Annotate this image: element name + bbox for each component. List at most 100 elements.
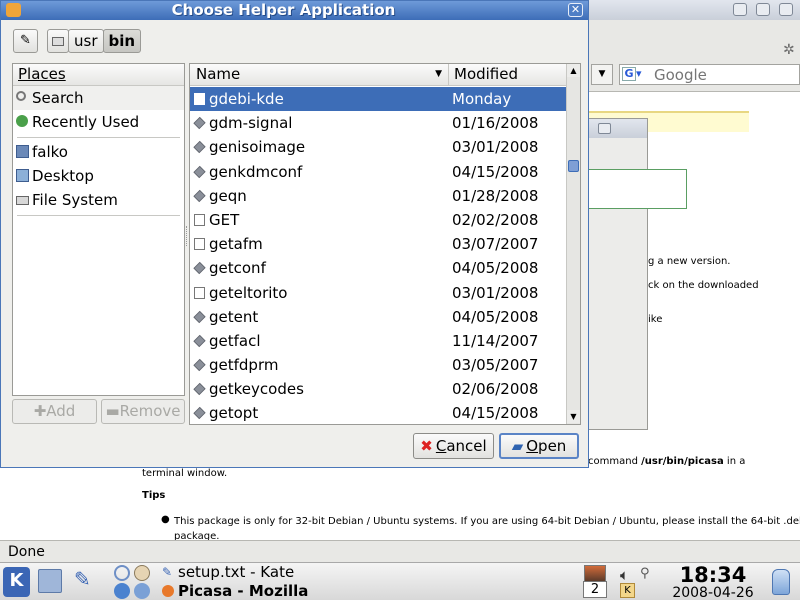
executable-icon bbox=[193, 358, 206, 372]
scroll-up-arrow[interactable]: ▲ bbox=[567, 64, 580, 77]
help-icon[interactable] bbox=[134, 583, 150, 599]
path-segment-usr[interactable]: usr bbox=[68, 29, 104, 53]
scroll-thumb[interactable] bbox=[568, 160, 579, 172]
file-name: genisoimage bbox=[209, 138, 306, 157]
minimize-button[interactable] bbox=[733, 3, 747, 16]
file-row[interactable]: getent 04/05/2008 bbox=[190, 305, 566, 329]
clock[interactable]: 18:34 2008-04-26 bbox=[663, 564, 763, 600]
type-filename-button[interactable]: ✎ bbox=[13, 29, 38, 53]
cancel-button[interactable]: ✖ Cancel bbox=[413, 433, 494, 459]
desktop-pager[interactable] bbox=[584, 565, 606, 582]
volume-icon[interactable]: 🔈︎ bbox=[620, 566, 636, 584]
remove-bookmark-button[interactable]: ▬Remove bbox=[101, 399, 185, 424]
sort-arrow-icon: ▼ bbox=[435, 69, 442, 79]
page-text: ike bbox=[648, 314, 663, 325]
file-name: gdebi-kde bbox=[209, 90, 284, 108]
file-name: getent bbox=[209, 307, 259, 326]
executable-icon bbox=[193, 165, 206, 178]
background-dialog-titlebar bbox=[588, 119, 647, 138]
mnemonic: C bbox=[435, 437, 447, 455]
maximize-button[interactable] bbox=[756, 3, 770, 16]
search-input[interactable] bbox=[652, 65, 798, 84]
network-icon[interactable] bbox=[114, 565, 130, 581]
recent-icon bbox=[16, 115, 28, 127]
column-modified[interactable]: Modified bbox=[449, 64, 566, 85]
vertical-scrollbar[interactable]: ▲ ▼ bbox=[566, 64, 580, 424]
file-modified: 02/06/2008 bbox=[452, 380, 539, 399]
place-label: falko bbox=[32, 143, 68, 161]
pane-resize-handle[interactable] bbox=[186, 226, 188, 246]
file-row[interactable]: getafm 03/07/2007 bbox=[190, 232, 566, 256]
clock-date: 2008-04-26 bbox=[672, 585, 754, 600]
file-row[interactable]: GET 02/02/2008 bbox=[190, 208, 566, 232]
path-root-button[interactable] bbox=[47, 29, 69, 53]
file-name: GET bbox=[209, 210, 240, 229]
places-header-label: Places bbox=[18, 65, 66, 83]
page-text: This package is only for 32-bit Debian /… bbox=[174, 516, 800, 527]
task-kate[interactable]: ✎ setup.txt - Kate bbox=[160, 563, 294, 582]
document-icon bbox=[194, 213, 205, 226]
gear-icon[interactable]: ✲ bbox=[783, 42, 795, 58]
google-icon: G bbox=[622, 67, 636, 81]
file-modified: 02/02/2008 bbox=[452, 210, 539, 229]
konqueror-icon[interactable] bbox=[134, 565, 150, 581]
cancel-icon: ✖ bbox=[420, 437, 433, 455]
folder-open-icon: ▰ bbox=[511, 437, 524, 455]
background-dialog bbox=[588, 118, 687, 430]
task-label: setup.txt - Kate bbox=[178, 563, 295, 581]
executable-icon bbox=[193, 407, 206, 420]
task-label: Picasa - Mozilla bbox=[178, 582, 309, 600]
file-name: getopt bbox=[209, 404, 259, 423]
file-modified: 04/05/2008 bbox=[452, 307, 539, 326]
search-engine-selector[interactable]: G ▾ bbox=[622, 67, 650, 82]
place-recently-used[interactable]: Recently Used bbox=[13, 110, 184, 134]
file-row[interactable]: getfdprm 03/05/2007 bbox=[190, 353, 566, 377]
mnemonic: O bbox=[526, 437, 539, 455]
task-mozilla[interactable]: Picasa - Mozilla bbox=[160, 582, 308, 600]
add-bookmark-button[interactable]: ✚Add bbox=[12, 399, 97, 424]
page-text: ck on the downloaded bbox=[648, 280, 759, 291]
desktop-icon bbox=[16, 169, 29, 182]
desktop-show-icon[interactable] bbox=[38, 569, 62, 593]
trash-icon[interactable] bbox=[772, 569, 790, 595]
column-name[interactable]: Name ▼ bbox=[190, 64, 449, 86]
page-text: command /usr/bin/picasa in a bbox=[588, 456, 746, 467]
file-row[interactable]: getconf 04/05/2008 bbox=[190, 256, 566, 280]
search-icon bbox=[16, 91, 26, 101]
file-row[interactable]: getkeycodes 02/06/2008 bbox=[190, 377, 566, 401]
file-row[interactable]: genkdmconf 04/15/2008 bbox=[190, 160, 566, 184]
file-modified: 03/01/2008 bbox=[452, 283, 539, 302]
place-label: Desktop bbox=[32, 167, 94, 185]
scroll-down-arrow[interactable]: ▼ bbox=[567, 410, 580, 423]
file-row[interactable]: geqn 01/28/2008 bbox=[190, 184, 566, 208]
network-tray-icon[interactable]: ⚲ bbox=[640, 566, 656, 582]
place-falko[interactable]: falko bbox=[13, 140, 184, 164]
dialog-titlebar: Choose Helper Application ✕ bbox=[1, 1, 588, 20]
file-row[interactable]: gdm-signal 01/16/2008 bbox=[190, 111, 566, 135]
desktop-number[interactable]: 2 bbox=[583, 581, 607, 598]
file-row[interactable]: gdebi-kde Monday bbox=[190, 87, 566, 112]
places-header[interactable]: Places bbox=[13, 64, 184, 86]
url-dropdown-button[interactable]: ▼ bbox=[591, 64, 613, 85]
file-row[interactable]: genisoimage 03/01/2008 bbox=[190, 135, 566, 159]
place-desktop[interactable]: Desktop bbox=[13, 164, 184, 188]
file-manager-icon[interactable]: ✎ bbox=[74, 567, 98, 591]
place-search[interactable]: Search bbox=[13, 86, 184, 110]
executable-icon bbox=[193, 383, 206, 396]
minus-icon: ▬ bbox=[105, 402, 120, 420]
open-button[interactable]: ▰ Open bbox=[499, 433, 579, 459]
close-icon[interactable]: ✕ bbox=[568, 3, 583, 17]
path-segment-bin[interactable]: bin bbox=[102, 29, 142, 53]
browser-icon[interactable] bbox=[114, 583, 130, 599]
file-modified: 04/15/2008 bbox=[452, 162, 539, 181]
klipper-icon[interactable]: K bbox=[620, 583, 635, 598]
k-menu-icon[interactable]: K bbox=[3, 567, 30, 597]
file-row[interactable]: getopt 04/15/2008 bbox=[190, 401, 566, 424]
file-row[interactable]: getfacl 11/14/2007 bbox=[190, 329, 566, 353]
document-icon bbox=[194, 238, 205, 251]
window-button[interactable] bbox=[598, 123, 611, 134]
close-button[interactable] bbox=[779, 3, 793, 16]
page-text: g a new version. bbox=[648, 256, 731, 267]
place-file-system[interactable]: File System bbox=[13, 188, 184, 212]
file-row[interactable]: geteltorito 03/01/2008 bbox=[190, 281, 566, 305]
